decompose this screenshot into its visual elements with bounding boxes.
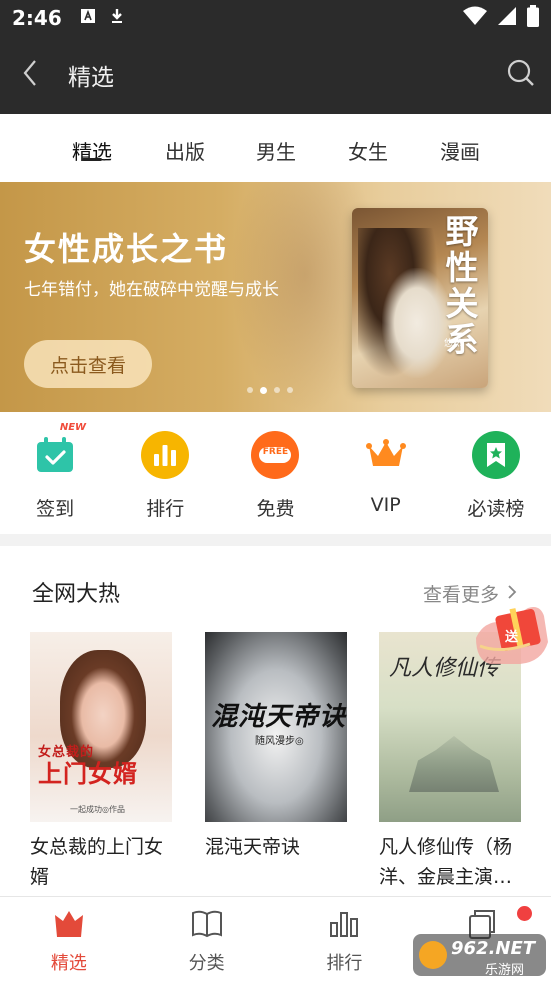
cover-title-art: 混沌天帝诀 — [211, 702, 347, 732]
tab-chuban[interactable]: 出版 — [163, 114, 207, 165]
promo-banner[interactable]: 女性成长之书 七年错付，她在破碎中觉醒与成长 点击查看 野性关系 悠然 — [0, 182, 551, 412]
nav-label: 排行 — [326, 953, 363, 974]
tab-label: 男生 — [256, 140, 296, 164]
nav-jingxuan[interactable]: 精选 — [0, 897, 138, 981]
quick-link-vip[interactable]: VIP — [335, 412, 437, 534]
chevron-left-icon — [22, 59, 38, 91]
status-time: 2:46 — [12, 6, 62, 30]
site-watermark: 962.NET 乐游网 — [413, 930, 546, 978]
nav-label: 分类 — [188, 953, 225, 974]
signal-icon — [497, 6, 517, 30]
tab-nansheng[interactable]: 男生 — [254, 114, 298, 165]
quick-link-free[interactable]: FREE 免费 — [224, 412, 326, 534]
cover-title-big: 上门女婿 — [38, 760, 138, 788]
book-card[interactable]: 混沌天帝诀 随风漫步◎ 混沌天帝诀 — [205, 632, 347, 862]
bookmark-star-icon — [471, 430, 521, 480]
cover-author: 一起成功◎作品 — [70, 805, 125, 814]
book-title: 凡人修仙传（杨洋、金晨主演… — [379, 836, 513, 888]
book-title: 混沌天帝诀 — [205, 836, 301, 858]
gift-label: 送 — [505, 630, 519, 645]
crown-icon — [361, 430, 411, 480]
banner-view-button[interactable]: 点击查看 — [24, 340, 152, 388]
bar-chart-icon — [140, 430, 190, 480]
banner-subtitle: 七年错付，她在破碎中觉醒与成长 — [24, 280, 279, 300]
quick-links: NEW 签到 排行 FREE 免费 VIP 必读榜 — [0, 412, 551, 534]
banner-book-cover[interactable]: 野性关系 悠然 — [352, 208, 488, 388]
app-bar: 精选 — [0, 36, 551, 114]
search-button[interactable] — [491, 36, 551, 114]
active-tab-indicator — [82, 158, 102, 161]
book-card[interactable]: 女总裁的 上门女婿 一起成功◎作品 女总裁的上门女婿 — [30, 632, 172, 892]
tab-nvsheng[interactable]: 女生 — [346, 114, 390, 165]
quick-link-label: 必读榜 — [467, 498, 525, 520]
tab-manhua[interactable]: 漫画 — [438, 114, 482, 165]
cover-illustration-dress — [382, 268, 452, 378]
tab-label: 出版 — [165, 140, 205, 164]
quick-link-label: 排行 — [146, 498, 185, 520]
banner-title: 女性成长之书 — [24, 230, 229, 268]
ranking-icon — [327, 907, 361, 941]
carousel-dot[interactable] — [287, 387, 293, 393]
book-cover: 女总裁的 上门女婿 一起成功◎作品 — [30, 632, 172, 822]
section-title: 全网大热 — [32, 582, 121, 607]
notification-dot — [517, 906, 532, 921]
book-cover: 混沌天帝诀 随风漫步◎ — [205, 632, 347, 822]
crown-tab-icon — [52, 907, 86, 941]
quick-link-ranking[interactable]: 排行 — [114, 412, 216, 534]
quick-link-must-read[interactable]: 必读榜 — [445, 412, 547, 534]
battery-icon — [527, 5, 539, 31]
tab-jingxuan[interactable]: 精选 — [70, 114, 114, 165]
quick-link-label: 免费 — [256, 498, 295, 520]
nav-fenlei[interactable]: 分类 — [138, 897, 276, 981]
gift-float-button[interactable]: 送 — [470, 602, 550, 672]
page-title: 精选 — [68, 65, 114, 91]
status-right-icons — [463, 5, 539, 31]
download-icon — [110, 8, 124, 28]
watermark-sub: 乐游网 — [485, 963, 525, 978]
tab-label: 女生 — [348, 140, 388, 164]
book-title: 女总裁的上门女婿 — [30, 836, 164, 888]
quick-link-checkin[interactable]: NEW 签到 — [4, 412, 106, 534]
new-badge: NEW — [59, 422, 87, 433]
cover-title-small: 女总裁的 — [38, 745, 95, 760]
nav-paihang[interactable]: 排行 — [276, 897, 414, 981]
carousel-dot[interactable] — [274, 387, 280, 393]
search-icon — [507, 59, 535, 91]
nav-label: 精选 — [50, 953, 87, 974]
calendar-check-icon: NEW — [30, 422, 86, 480]
carousel-dot-active[interactable] — [260, 387, 267, 394]
tab-label: 漫画 — [440, 140, 480, 164]
carousel-dot[interactable] — [247, 387, 253, 393]
carousel-dots — [247, 387, 293, 394]
quick-link-label: VIP — [370, 494, 401, 516]
category-tabs: 精选 出版 男生 女生 漫画 — [0, 114, 551, 182]
banner-book-author: 悠然 — [443, 339, 462, 349]
back-button[interactable] — [0, 36, 60, 114]
cover-author: 随风漫步◎ — [255, 736, 304, 747]
cover-title-art: 女总裁的 上门女婿 — [38, 745, 138, 789]
quick-link-label: 签到 — [36, 498, 75, 520]
free-icon-text: FREE — [262, 447, 289, 457]
cover-pagoda-illustration — [409, 736, 499, 792]
a-box-icon — [80, 8, 96, 28]
wifi-icon — [463, 6, 487, 30]
status-bar: 2:46 — [0, 0, 551, 36]
watermark-text: 962.NET — [451, 938, 536, 959]
free-badge-icon: FREE — [250, 430, 300, 480]
hot-section: 全网大热 查看更多 女总裁的 上门女婿 一起成功◎作品 女总裁的上门女婿 混沌天… — [0, 546, 551, 896]
book-open-icon — [190, 907, 224, 941]
